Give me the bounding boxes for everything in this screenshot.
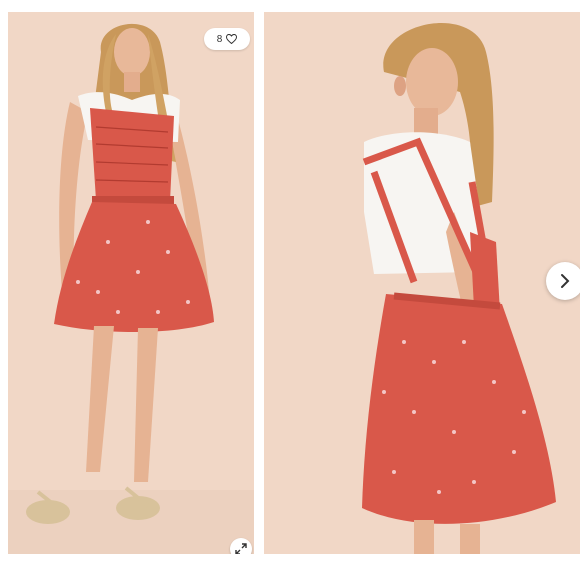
expand-arrows-icon bbox=[235, 543, 247, 554]
model-front-illustration bbox=[26, 23, 214, 524]
next-image-button[interactable] bbox=[546, 262, 580, 300]
expand-image-button[interactable] bbox=[230, 538, 252, 554]
like-count: 8 bbox=[216, 33, 223, 45]
model-back-illustration bbox=[362, 23, 556, 554]
like-badge[interactable]: 8 bbox=[204, 28, 250, 50]
heart-icon[interactable] bbox=[226, 34, 238, 44]
product-photo-front[interactable]: 8 bbox=[8, 12, 254, 554]
product-photo-back[interactable] bbox=[264, 12, 580, 554]
chevron-right-icon bbox=[559, 273, 571, 289]
